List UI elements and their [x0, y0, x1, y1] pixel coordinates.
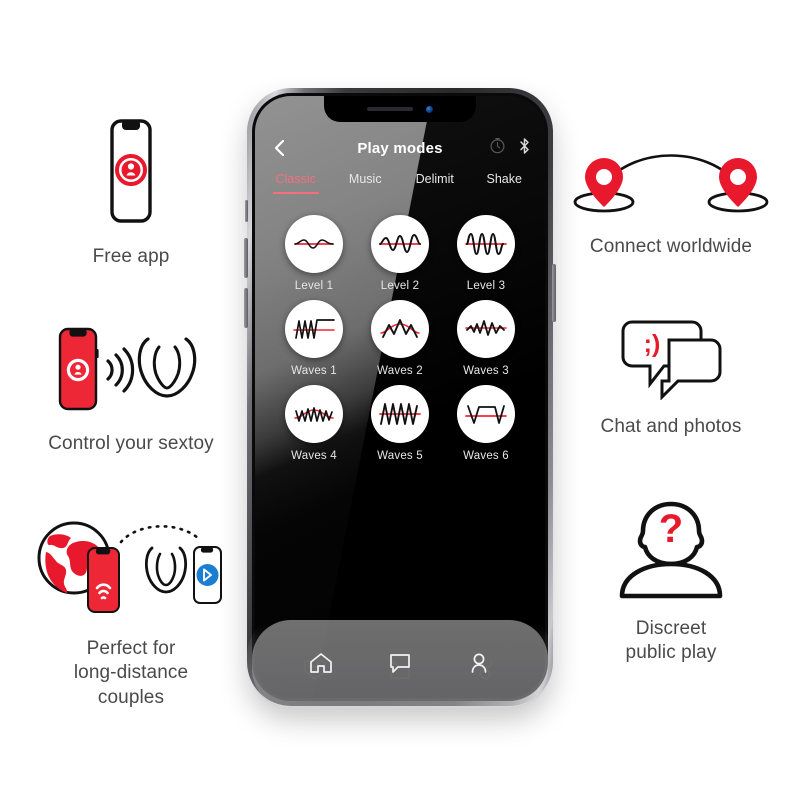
phone-bezel: Play modes Classic Music Delimit Shake L…: [252, 93, 548, 701]
mode-icon-disc: [285, 215, 343, 273]
feature-control-sextoy: Control your sextoy: [16, 325, 246, 456]
feature-caption: Chat and photos: [600, 416, 742, 437]
waveform-waves3-icon: [465, 320, 507, 336]
earpiece-speaker: [367, 107, 413, 111]
waveform-waves1-icon: [293, 319, 335, 339]
front-camera-icon: [426, 105, 433, 113]
tab-shake[interactable]: Shake: [470, 172, 540, 201]
volume-down-button[interactable]: [244, 288, 248, 328]
volume-up-button[interactable]: [244, 238, 248, 278]
tab-label: Delimit: [415, 172, 454, 186]
two-map-pins-arc-icon: [556, 148, 786, 225]
mode-label: Waves 4: [291, 450, 337, 462]
feature-long-distance: Perfect for long-distance couples: [16, 512, 246, 710]
speech-bubbles-wink-icon: ;): [556, 318, 786, 405]
mode-icon-disc: [457, 215, 515, 273]
mode-level-3[interactable]: Level 3: [443, 215, 529, 292]
bottom-navigation-bar: [255, 651, 545, 680]
waveform-waves2-icon: [380, 319, 420, 338]
tab-label: Classic: [275, 172, 316, 186]
waveform-level1-icon: [294, 239, 334, 249]
mode-label: Level 3: [466, 280, 506, 292]
tab-underline: [343, 192, 389, 194]
mode-level-2[interactable]: Level 2: [357, 215, 443, 292]
tab-label: Shake: [486, 172, 522, 186]
tab-active-underline: [273, 192, 319, 194]
mode-waves-4[interactable]: Waves 4: [271, 385, 357, 462]
phone-notch: [324, 96, 476, 122]
home-icon[interactable]: [308, 651, 334, 680]
phone-signal-toy-icon: [16, 325, 246, 422]
waveform-level2-icon: [379, 234, 421, 253]
chevron-left-icon[interactable]: [269, 137, 291, 159]
phone-with-app-logo-icon: [16, 118, 246, 235]
app-screen: Play modes Classic Music Delimit Shake L…: [255, 96, 545, 698]
feature-caption: Connect worldwide: [589, 236, 753, 257]
feature-free-app: Free app: [16, 118, 246, 269]
mode-waves-6[interactable]: Waves 6: [443, 385, 529, 462]
tab-underline: [412, 192, 458, 194]
waveform-level3-icon: [465, 232, 507, 256]
mode-icon-disc: [457, 385, 515, 443]
mode-icon-disc: [371, 215, 429, 273]
waveform-waves4-icon: [294, 407, 334, 422]
question-mark-glyph: ?: [659, 507, 683, 551]
mode-waves-2[interactable]: Waves 2: [357, 300, 443, 377]
waveform-waves5-icon: [379, 403, 421, 425]
mode-label: Level 1: [294, 280, 334, 292]
mode-label: Waves 2: [377, 365, 423, 377]
promo-page: Free app Control your sextoy Perfect for…: [0, 0, 800, 800]
bluetooth-icon[interactable]: [518, 137, 531, 160]
mode-label: Waves 6: [463, 450, 509, 462]
bottom-fade-mask: [240, 764, 560, 800]
tab-delimit[interactable]: Delimit: [400, 172, 470, 201]
power-button[interactable]: [552, 264, 556, 322]
mode-level-1[interactable]: Level 1: [271, 215, 357, 292]
tab-underline: [482, 192, 528, 194]
chat-icon[interactable]: [387, 651, 413, 680]
feature-caption: Perfect for long-distance couples: [73, 638, 189, 708]
wink-emoticon: ;): [644, 330, 661, 358]
tab-music[interactable]: Music: [331, 172, 401, 201]
mode-waves-3[interactable]: Waves 3: [443, 300, 529, 377]
mode-icon-disc: [371, 300, 429, 358]
timer-icon[interactable]: [489, 137, 506, 159]
mode-icon-disc: [371, 385, 429, 443]
mode-waves-1[interactable]: Waves 1: [271, 300, 357, 377]
feature-caption: Discreet public play: [625, 618, 717, 664]
app-header: Play modes: [255, 126, 545, 170]
feature-caption: Control your sextoy: [48, 433, 214, 454]
waveform-waves6-icon: [465, 405, 507, 424]
globe-phone-toy-bluetooth-icon: [16, 512, 246, 627]
mute-switch[interactable]: [245, 200, 248, 222]
tab-label: Music: [348, 172, 382, 186]
profile-icon[interactable]: [466, 651, 492, 680]
mode-waves-5[interactable]: Waves 5: [357, 385, 443, 462]
play-mode-tabs: Classic Music Delimit Shake: [255, 172, 545, 201]
mode-label: Level 2: [380, 280, 420, 292]
mode-icon-disc: [457, 300, 515, 358]
mode-icon-disc: [285, 385, 343, 443]
mode-icon-disc: [285, 300, 343, 358]
mode-label: Waves 5: [377, 450, 423, 462]
feature-connect-worldwide: Connect worldwide: [556, 148, 786, 259]
tab-classic[interactable]: Classic: [261, 172, 331, 201]
mode-label: Waves 1: [291, 365, 337, 377]
feature-chat-photos: ;) Chat and photos: [556, 318, 786, 439]
feature-discreet-play: ? Discreet public play: [556, 498, 786, 666]
play-modes-grid: Level 1 Level 2 Level 3 Waves 1 Waves 2 …: [255, 201, 545, 462]
mode-label: Waves 3: [463, 365, 509, 377]
anonymous-person-question-icon: ?: [556, 498, 786, 607]
feature-caption: Free app: [92, 246, 170, 267]
